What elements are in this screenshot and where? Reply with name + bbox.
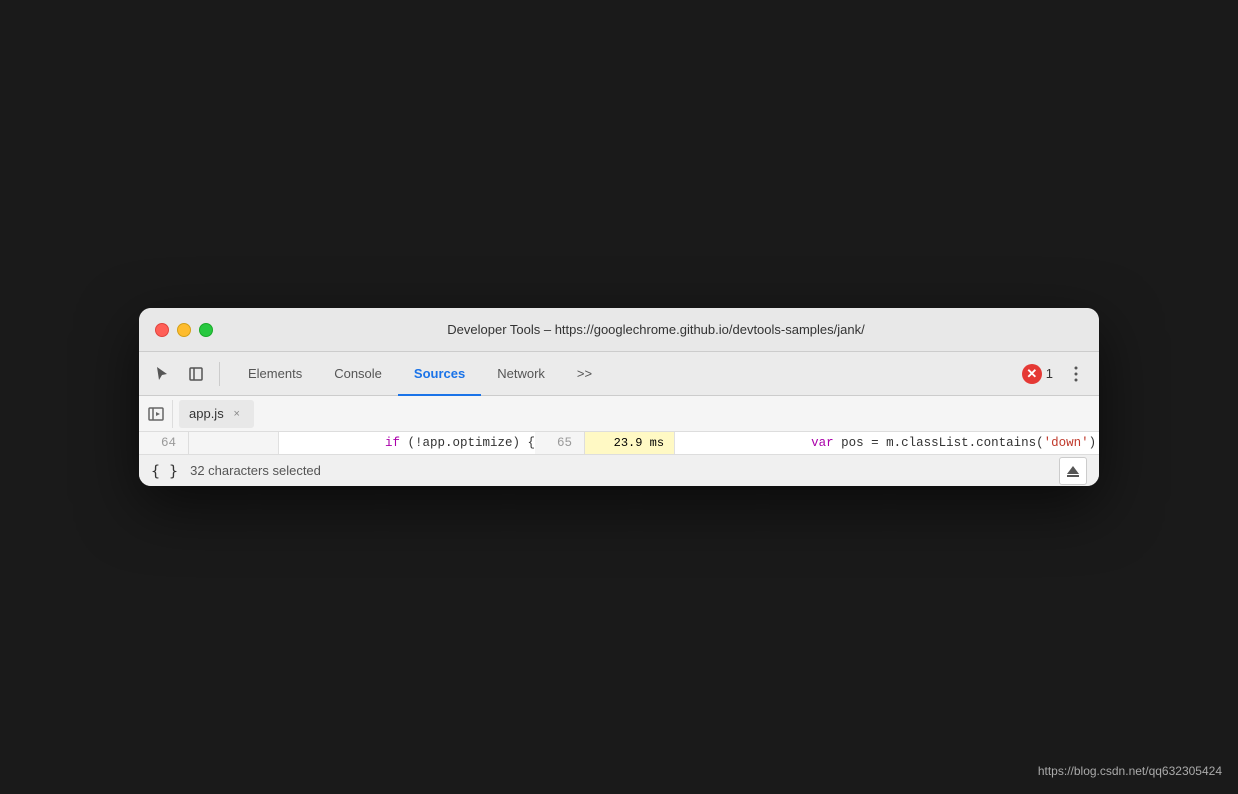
tab-elements[interactable]: Elements — [232, 352, 318, 396]
traffic-lights — [155, 323, 213, 337]
close-button[interactable] — [155, 323, 169, 337]
status-bar: { } 32 characters selected — [139, 454, 1099, 486]
line-number: 65 — [535, 432, 585, 454]
devtools-window: Developer Tools – https://googlechrome.g… — [139, 308, 1099, 486]
dock-icon[interactable] — [181, 359, 211, 389]
code-editor[interactable]: 64 if (!app.optimize) {6523.9 ms var pos… — [139, 432, 1099, 454]
window-title: Developer Tools – https://googlechrome.g… — [229, 322, 1083, 337]
toolbar-right: ✕ 1 — [1022, 359, 1091, 389]
more-options-icon[interactable] — [1061, 359, 1091, 389]
minimize-button[interactable] — [177, 323, 191, 337]
maximize-button[interactable] — [199, 323, 213, 337]
table-row: 6523.9 ms var pos = m.classList.contains… — [535, 432, 1099, 454]
timing-value — [189, 432, 279, 454]
pretty-print-icon[interactable]: { } — [151, 462, 178, 480]
timing-value: 23.9 ms — [585, 432, 675, 454]
divider — [219, 362, 220, 386]
main-tab-bar: Elements Console Sources Network >> ✕ 1 — [139, 352, 1099, 396]
status-message: 32 characters selected — [190, 463, 321, 478]
tab-console[interactable]: Console — [318, 352, 398, 396]
file-tab-bar: app.js × — [139, 396, 1099, 432]
file-tab-appjs[interactable]: app.js × — [179, 400, 254, 428]
watermark: https://blog.csdn.net/qq632305424 — [1038, 764, 1222, 778]
tab-sources[interactable]: Sources — [398, 352, 481, 396]
tab-more[interactable]: >> — [561, 352, 608, 396]
error-icon: ✕ — [1022, 364, 1042, 384]
status-bar-right — [1059, 457, 1087, 485]
code-text[interactable]: if (!app.optimize) { — [279, 432, 535, 454]
cursor-icon[interactable] — [147, 359, 177, 389]
file-navigator-toggle[interactable] — [143, 400, 173, 428]
error-badge[interactable]: ✕ 1 — [1022, 364, 1053, 384]
title-bar: Developer Tools – https://googlechrome.g… — [139, 308, 1099, 352]
tab-network[interactable]: Network — [481, 352, 561, 396]
table-row: 64 if (!app.optimize) { — [139, 432, 535, 454]
line-number: 64 — [139, 432, 189, 454]
file-tab-close-icon[interactable]: × — [230, 407, 244, 421]
code-content: 64 if (!app.optimize) {6523.9 ms var pos… — [139, 432, 1099, 454]
code-text[interactable]: var pos = m.classList.contains('down') ? — [675, 432, 1099, 454]
scroll-to-top-button[interactable] — [1059, 457, 1087, 485]
toolbar-left — [147, 359, 224, 389]
file-tab-name: app.js — [189, 406, 224, 421]
